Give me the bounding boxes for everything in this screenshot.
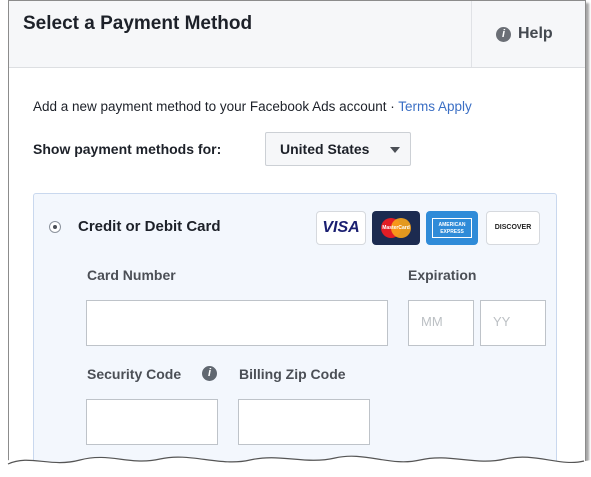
dialog-header: Select a Payment Method i Help — [9, 1, 585, 68]
mastercard-logo-text: MasterCard — [382, 225, 410, 231]
info-circle-icon: i — [496, 27, 511, 42]
country-dropdown[interactable]: United States — [265, 132, 411, 166]
credit-card-panel: Credit or Debit Card VISA MasterCard AME… — [33, 193, 557, 469]
billing-zip-label: Billing Zip Code — [239, 366, 346, 382]
billing-zip-input[interactable] — [238, 399, 370, 445]
intro-message: Add a new payment method to your Faceboo… — [33, 99, 399, 114]
credit-card-label[interactable]: Credit or Debit Card — [78, 218, 221, 235]
credit-card-radio[interactable] — [49, 221, 61, 233]
discover-logo-text: DISCOVER — [494, 224, 532, 231]
security-code-input[interactable] — [86, 399, 218, 445]
security-code-label: Security Code — [87, 366, 182, 382]
terms-apply-link[interactable]: Terms Apply — [398, 99, 472, 114]
expiration-label: Expiration — [408, 267, 477, 283]
help-label: Help — [518, 25, 553, 42]
expiration-year-input[interactable]: YY — [480, 300, 546, 346]
amex-logo-text: AMERICAN EXPRESS — [432, 218, 472, 238]
expiration-month-input[interactable]: MM — [408, 300, 474, 346]
expiration-year-placeholder: YY — [493, 314, 511, 329]
country-dropdown-value: United States — [280, 141, 370, 157]
info-circle-icon[interactable]: i — [202, 366, 217, 381]
visa-logo-icon: VISA — [316, 211, 366, 245]
mastercard-logo-icon: MasterCard — [372, 211, 420, 245]
country-selector-label: Show payment methods for: — [33, 141, 222, 157]
card-number-input[interactable] — [86, 300, 388, 346]
amex-logo-icon: AMERICAN EXPRESS — [426, 211, 478, 245]
caret-down-icon — [390, 147, 400, 153]
help-button[interactable]: i Help — [471, 1, 585, 67]
card-number-label: Card Number — [87, 267, 176, 283]
visa-logo-text: VISA — [322, 219, 360, 236]
expiration-month-placeholder: MM — [421, 314, 443, 329]
torn-edge-decoration — [0, 455, 591, 477]
dialog-body: Add a new payment method to your Faceboo… — [9, 68, 585, 469]
intro-text: Add a new payment method to your Faceboo… — [33, 99, 472, 114]
radio-selected-dot — [53, 225, 57, 229]
payment-method-dialog: Select a Payment Method i Help Add a new… — [8, 0, 586, 470]
dialog-title: Select a Payment Method — [23, 13, 253, 34]
discover-logo-icon: DISCOVER — [486, 211, 540, 245]
